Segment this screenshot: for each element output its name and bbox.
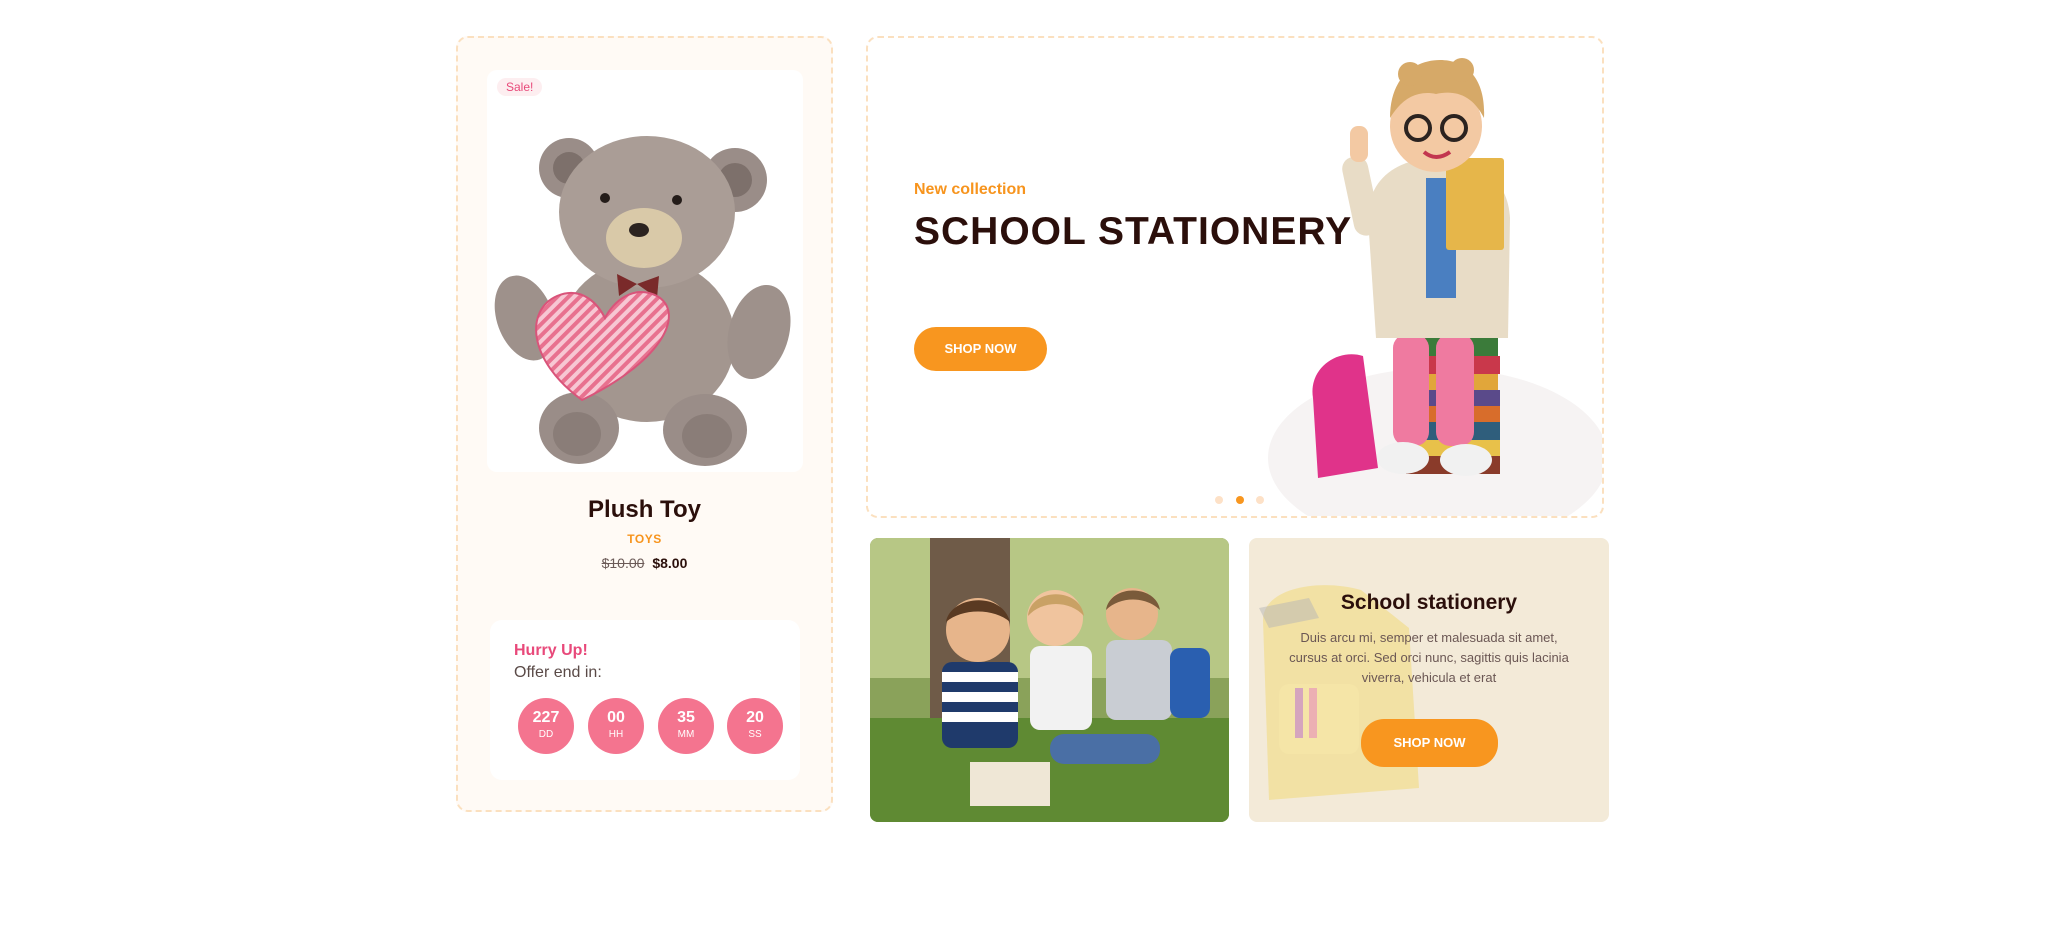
countdown-unit: DD xyxy=(538,729,554,740)
sale-badge: Sale! xyxy=(497,78,543,96)
countdown-days: 227 DD xyxy=(518,698,574,754)
countdown-value: 20 xyxy=(746,709,764,726)
countdown-unit: HH xyxy=(608,729,624,740)
hero-title: SCHOOL STATIONERY xyxy=(914,210,1353,253)
old-price: $10.00 xyxy=(601,555,645,571)
slider-dot-3[interactable] xyxy=(1256,496,1264,504)
hero-subtitle: New collection xyxy=(914,181,1027,198)
teddy-bear-icon xyxy=(494,136,791,466)
hero-banner xyxy=(866,36,1604,518)
countdown-value: 227 xyxy=(532,709,560,726)
offer-label: Offer end in: xyxy=(514,664,602,681)
countdown-seconds: 20 SS xyxy=(727,698,783,754)
product-category-link[interactable]: TOYS xyxy=(456,532,833,546)
countdown-hours: 00 HH xyxy=(588,698,644,754)
countdown-value: 35 xyxy=(677,709,695,726)
product-image[interactable] xyxy=(487,70,803,472)
children-reading-image xyxy=(870,538,1229,822)
price-row: $10.00 $8.00 xyxy=(456,555,833,571)
countdown-value: 00 xyxy=(607,709,625,726)
hero-shop-now-button[interactable]: SHOP NOW xyxy=(914,327,1047,371)
slider-dot-2[interactable] xyxy=(1236,496,1244,504)
countdown-unit: MM xyxy=(677,729,695,740)
promo-shop-now-button[interactable]: SHOP NOW xyxy=(1361,719,1498,767)
countdown-minutes: 35 MM xyxy=(658,698,714,754)
promo-description: Duis arcu mi, semper et malesuada sit am… xyxy=(1289,630,1569,685)
countdown-unit: SS xyxy=(748,729,762,740)
slider-dot-1[interactable] xyxy=(1215,496,1223,504)
kids-reading-photo[interactable] xyxy=(870,538,1229,822)
hurry-label: Hurry Up! xyxy=(514,642,588,659)
girl-with-books-image xyxy=(1268,58,1602,516)
promo-title: School stationery xyxy=(1340,591,1518,614)
product-title[interactable]: Plush Toy xyxy=(456,496,833,524)
sale-price: $8.00 xyxy=(652,555,688,571)
